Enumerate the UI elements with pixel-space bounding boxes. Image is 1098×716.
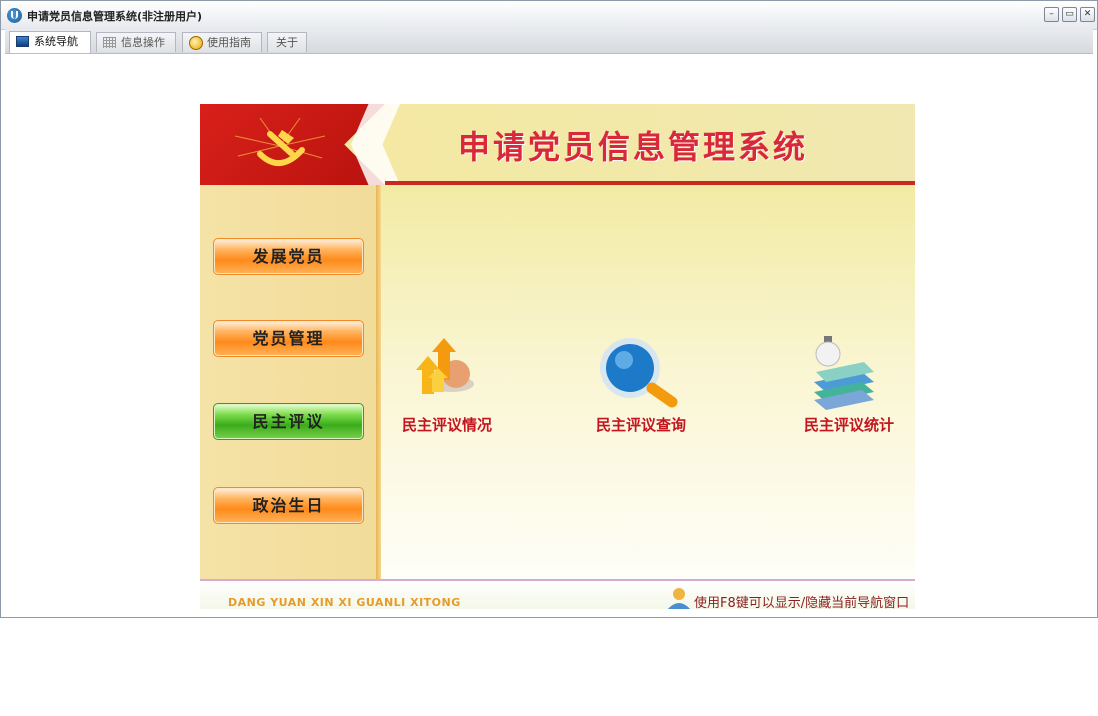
feature-label: 民主评议统计 — [803, 416, 894, 434]
app-logo-icon — [7, 8, 22, 23]
close-button[interactable]: ✕ — [1080, 7, 1095, 22]
party-emblem-icon — [234, 117, 326, 166]
title-bar[interactable]: 申请党员信息管理系统(非注册用户) – ▭ ✕ — [1, 1, 1097, 30]
feature-label: 民主评议情况 — [401, 416, 492, 434]
navigation-panel: 申请党员信息管理系统 发展党员 党员管理 民主评议 政治生日 民主评议情况 民主… — [200, 104, 915, 609]
restore-button[interactable]: ▭ — [1062, 7, 1077, 22]
political-birthday-button[interactable]: 政治生日 — [213, 487, 364, 524]
tab-system-navigation[interactable]: 系统导航 — [9, 31, 91, 53]
feature-label: 民主评议查询 — [595, 416, 686, 434]
minimize-button[interactable]: – — [1044, 7, 1059, 22]
window-title: 申请党员信息管理系统(非注册用户) — [27, 10, 203, 23]
tab-user-guide[interactable]: 使用指南 — [182, 32, 262, 52]
f8-hint-text: 使用F8键可以显示/隐藏当前导航窗口 — [694, 596, 910, 609]
democratic-review-button[interactable]: 民主评议 — [213, 403, 364, 440]
tab-strip: 系统导航 信息操作 使用指南 关于 — [5, 29, 1093, 54]
user-icon — [667, 588, 691, 609]
grid-icon — [103, 37, 116, 48]
monitor-icon — [16, 36, 29, 47]
footer-pinyin-title: DANG YUAN XIN XI GUANLI XITONG — [228, 596, 461, 609]
tab-label: 系统导航 — [34, 35, 78, 48]
magnifier-icon — [600, 338, 678, 408]
bulb-icon — [189, 36, 203, 50]
member-management-button[interactable]: 党员管理 — [213, 320, 364, 357]
footer-bar: DANG YUAN XIN XI GUANLI XITONG 使用F8键可以显示… — [200, 579, 915, 609]
tab-label: 信息操作 — [121, 36, 165, 49]
arrows-globe-icon — [416, 338, 474, 394]
tab-label: 使用指南 — [207, 36, 251, 49]
tab-about[interactable]: 关于 — [267, 32, 307, 52]
sidebar: 发展党员 党员管理 民主评议 政治生日 — [200, 185, 376, 579]
tab-info-operations[interactable]: 信息操作 — [96, 32, 176, 52]
header-banner: 申请党员信息管理系统 — [200, 104, 915, 185]
develop-members-button[interactable]: 发展党员 — [213, 238, 364, 275]
books-bulb-icon — [814, 336, 874, 410]
system-title: 申请党员信息管理系统 — [458, 128, 809, 166]
tab-label: 关于 — [276, 36, 298, 49]
